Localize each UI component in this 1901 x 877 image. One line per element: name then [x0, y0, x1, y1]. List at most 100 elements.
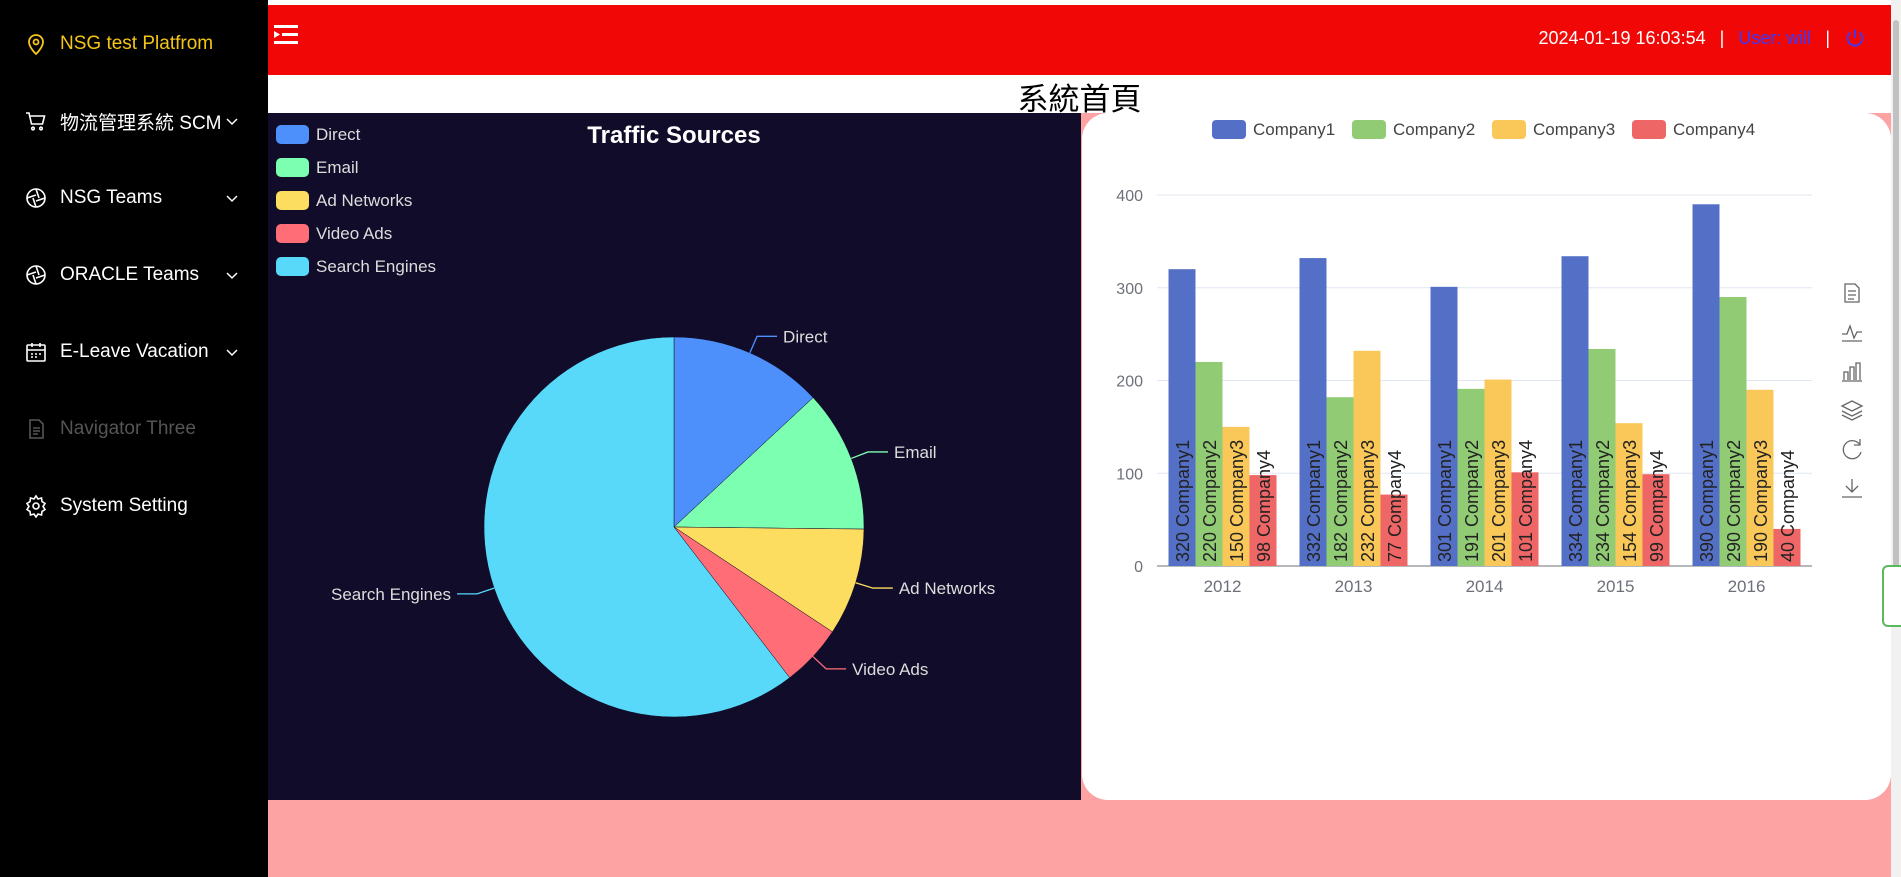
bar-data-label: 182 Company2 [1331, 440, 1351, 562]
legend-swatch[interactable] [1352, 120, 1386, 139]
legend-label[interactable]: Company4 [1673, 120, 1755, 139]
legend-label[interactable]: Video Ads [316, 224, 392, 243]
pie-chart: Traffic Sources Direct Email Ad Networks Vid… [276, 122, 995, 718]
aperture-icon [26, 265, 46, 285]
bar-data-label: 234 Company2 [1593, 440, 1613, 562]
sidebar-item-label: ORACLE Teams [60, 264, 200, 285]
legend-swatch[interactable] [1492, 120, 1526, 139]
y-tick-label: 0 [1134, 559, 1143, 576]
bar-data-label: 201 Company3 [1489, 440, 1509, 562]
bar-data-label: 290 Company2 [1724, 440, 1744, 562]
x-tick-label: 2016 [1728, 577, 1766, 596]
bar-chart: Company1 Company2 Company3 Company4 0 100 200 3… [1116, 120, 1864, 596]
restore-icon[interactable] [1842, 439, 1862, 460]
sidebar-item-e-leave[interactable]: E-Leave Vacation [0, 332, 268, 372]
cart-icon [26, 112, 46, 131]
sidebar-item-system-setting[interactable]: System Setting [0, 486, 268, 526]
document-icon [29, 419, 44, 439]
legend-swatch[interactable] [276, 224, 309, 243]
location-pin-icon [28, 34, 44, 56]
pie-label-line [812, 656, 847, 670]
data-view-icon[interactable] [1844, 283, 1860, 303]
bar-data-label: 232 Company3 [1358, 440, 1378, 562]
pie-label: Ad Networks [899, 579, 995, 598]
bar-data-label: 220 Company2 [1200, 440, 1220, 562]
pie-label: Direct [783, 327, 828, 346]
download-icon[interactable] [1842, 479, 1862, 498]
legend-label[interactable]: Company2 [1393, 120, 1475, 139]
sidebar-item-label: E-Leave Vacation [60, 341, 209, 362]
x-tick-label: 2015 [1597, 577, 1635, 596]
power-icon[interactable] [1844, 27, 1866, 49]
bar-data-label: 190 Company3 [1751, 440, 1771, 562]
bar-data-label: 40 Company4 [1778, 450, 1798, 562]
legend-label[interactable]: Company1 [1253, 120, 1335, 139]
pie-label-line [457, 587, 495, 595]
y-tick-label: 300 [1116, 281, 1143, 298]
bar-data-label: 334 Company1 [1566, 440, 1586, 562]
sidebar-item-label: System Setting [60, 495, 188, 516]
legend-swatch[interactable] [1632, 120, 1666, 139]
separator: | [1825, 27, 1830, 48]
y-tick-label: 400 [1116, 188, 1143, 205]
sidebar-item-navigator-three: Navigator Three [0, 409, 268, 449]
pie-label-line [749, 335, 778, 354]
legend-label[interactable]: Company3 [1533, 120, 1615, 139]
bar-data-label: 320 Company1 [1173, 440, 1193, 562]
y-tick-label: 200 [1116, 374, 1143, 391]
legend-swatch[interactable] [276, 125, 309, 144]
floating-widget[interactable] [1882, 565, 1901, 627]
legend-swatch[interactable] [276, 191, 309, 210]
sidebar-item-nsg-teams[interactable]: NSG Teams [0, 178, 268, 218]
chevron-down-icon [226, 349, 238, 357]
bar-chart-panel: Company1 Company2 Company3 Company4 0 100 200 3… [1082, 113, 1891, 800]
pie-title: Traffic Sources [587, 122, 760, 149]
gear-icon [25, 494, 47, 518]
pie-label: Email [894, 443, 937, 462]
line-chart-icon[interactable] [1842, 324, 1862, 342]
y-tick-label: 100 [1116, 466, 1143, 483]
scrollbar-thumb[interactable] [1893, 20, 1899, 580]
user-link[interactable]: User: will [1738, 28, 1811, 49]
aperture-icon [26, 188, 46, 208]
x-tick-label: 2013 [1335, 577, 1373, 596]
legend-swatch[interactable] [276, 257, 309, 276]
sidebar-brand-label: NSG test Platfrom [60, 33, 214, 54]
legend-label[interactable]: Search Engines [316, 257, 436, 276]
legend-label[interactable]: Direct [316, 125, 361, 144]
chevron-down-icon [226, 118, 238, 126]
sidebar-item-scm[interactable]: 物流管理系統 SCM [0, 101, 268, 141]
pie-label: Video Ads [852, 660, 928, 679]
pie-label-line [850, 451, 888, 460]
bar-data-label: 301 Company1 [1435, 440, 1455, 562]
legend-swatch[interactable] [276, 158, 309, 177]
bar-data-label: 77 Company4 [1385, 450, 1405, 562]
legend-label[interactable]: Ad Networks [316, 191, 412, 210]
pie-label: Search Engines [331, 585, 451, 604]
bar-data-label: 390 Company1 [1697, 440, 1717, 562]
bar-data-label: 191 Company2 [1462, 440, 1482, 562]
bar-data-label: 98 Company4 [1254, 450, 1274, 562]
stack-icon[interactable] [1840, 400, 1864, 421]
separator: | [1719, 27, 1725, 48]
bar-data-label: 154 Company3 [1620, 440, 1640, 562]
x-tick-label: 2012 [1204, 577, 1242, 596]
bar-data-label: 99 Company4 [1647, 450, 1667, 562]
bar-chart-icon[interactable] [1842, 362, 1862, 382]
x-tick-label: 2014 [1466, 577, 1504, 596]
pie-label-line [855, 582, 893, 589]
bar-data-label: 150 Company3 [1227, 440, 1247, 562]
legend-label[interactable]: Email [316, 158, 359, 177]
bar-data-label: 101 Company4 [1516, 440, 1536, 562]
sidebar-brand[interactable]: NSG test Platfrom [0, 24, 268, 64]
top-header: 2024-01-19 16:03:54 | User: will | [268, 5, 1891, 75]
menu-fold-icon[interactable] [272, 21, 300, 49]
bar-data-label: 332 Company1 [1304, 440, 1324, 562]
sidebar-item-label: Navigator Three [60, 418, 196, 439]
sidebar-item-oracle-teams[interactable]: ORACLE Teams [0, 255, 268, 295]
pie-chart-panel: Traffic Sources Direct Email Ad Networks Vid… [268, 113, 1081, 800]
legend-swatch[interactable] [1212, 120, 1246, 139]
chevron-down-icon [226, 195, 238, 203]
calendar-icon [26, 343, 46, 362]
sidebar-item-label: NSG Teams [60, 187, 163, 208]
